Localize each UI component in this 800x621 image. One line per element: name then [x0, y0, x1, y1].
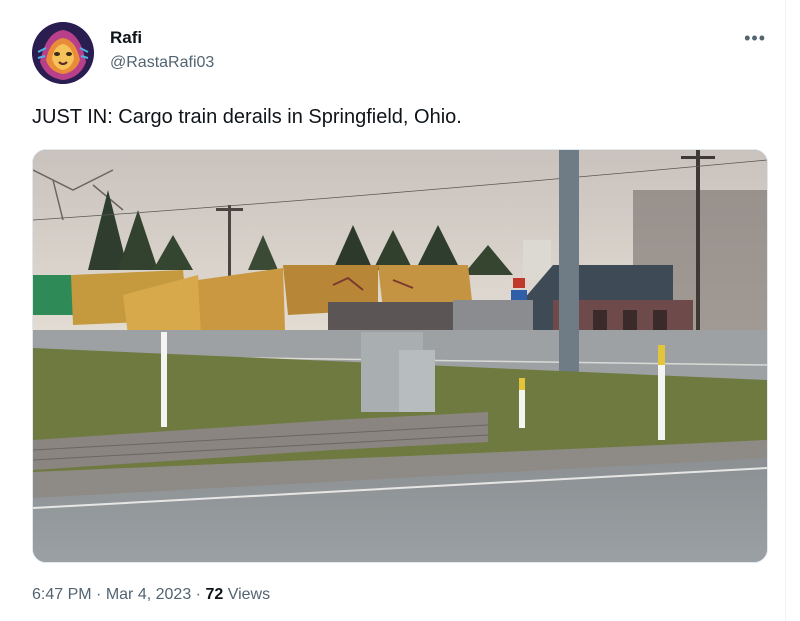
tweet-text: JUST IN: Cargo train derails in Springfi… — [32, 106, 462, 128]
views-label: Views — [227, 586, 271, 603]
lion-avatar-icon — [32, 22, 94, 84]
tweet-card: Rafi @RastaRafi03 ••• JUST IN: Cargo tra… — [0, 0, 800, 621]
separator: · — [96, 586, 102, 603]
avatar[interactable] — [32, 22, 94, 84]
tweet-media-image[interactable] — [32, 149, 768, 563]
train-derailment-photo-icon — [33, 150, 767, 562]
more-options-icon[interactable]: ••• — [744, 28, 766, 49]
author-name[interactable]: Rafi — [110, 28, 142, 48]
tweet-meta: 6:47 PM · Mar 4, 2023 · 72 Views — [32, 586, 270, 604]
tweet-time[interactable]: 6:47 PM — [32, 586, 92, 603]
views-count[interactable]: 72 — [205, 586, 223, 603]
separator: · — [195, 586, 201, 603]
author-handle[interactable]: @RastaRafi03 — [110, 54, 214, 72]
tweet-date[interactable]: Mar 4, 2023 — [106, 586, 191, 603]
divider — [785, 0, 786, 621]
